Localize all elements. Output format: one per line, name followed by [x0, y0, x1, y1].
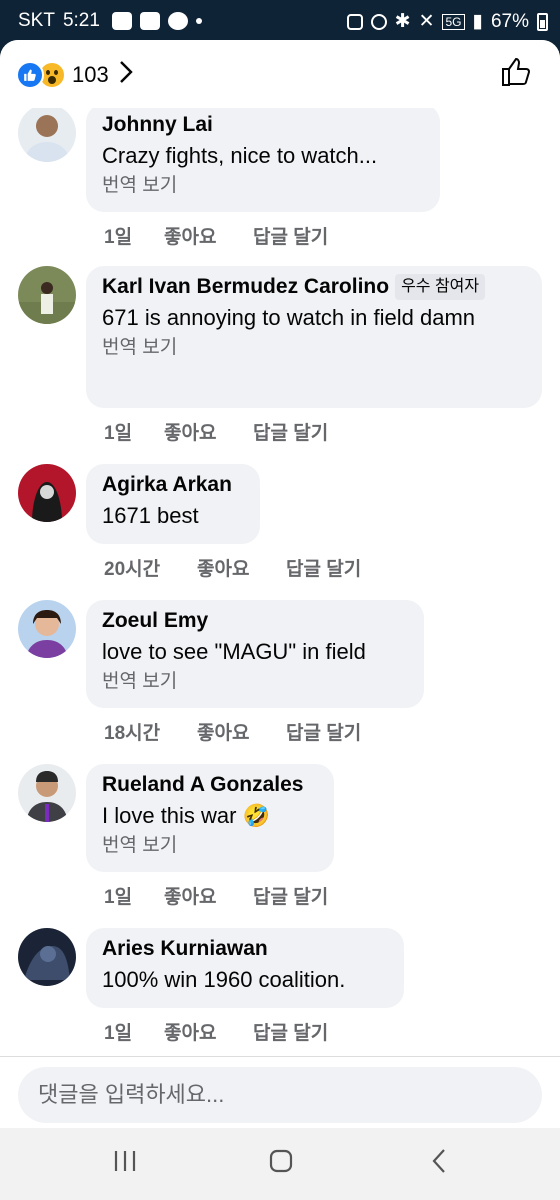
status-bar: SKT 5:21 ✱ ✕ 5G ▮ 67% [0, 0, 560, 44]
comment-input[interactable]: 댓글을 입력하세요... [18, 1067, 542, 1123]
reply-button[interactable]: 답글 달기 [286, 718, 361, 745]
avatar[interactable] [18, 464, 76, 522]
comments-sheet: 103 Johnny Lai Crazy fights, nice to wat… [0, 40, 560, 1128]
alarm-icon [370, 13, 387, 30]
author-name[interactable]: Aries Kurniawan [102, 934, 268, 964]
reply-button[interactable]: 답글 달기 [286, 554, 361, 581]
comment-author[interactable]: Agirka Arkan [102, 470, 244, 500]
comment-text: I love this war 🤣 [102, 803, 270, 828]
comment-bubble: Rueland A Gonzales I love this war 🤣 번역 … [86, 764, 334, 872]
reply-button[interactable]: 답글 달기 [253, 1018, 328, 1045]
status-left: SKT 5:21 [18, 10, 202, 32]
reply-button[interactable]: 답글 달기 [253, 222, 328, 249]
reply-button[interactable]: 답글 달기 [253, 882, 328, 909]
avatar[interactable] [18, 764, 76, 822]
battery-icon [537, 12, 548, 31]
comment-bubble: Agirka Arkan 1671 best [86, 464, 260, 544]
thumbs-up-icon [502, 57, 531, 86]
talk-notification-icon [167, 12, 188, 30]
comment-text: 100% win 1960 coalition. [102, 967, 346, 992]
comment-author[interactable]: Zoeul Emy [102, 606, 408, 636]
reactions-summary[interactable]: 103 [16, 60, 133, 89]
comment-bubble: Zoeul Emy love to see "MAGU" in field 번역… [86, 600, 424, 708]
see-translation-link[interactable]: 번역 보기 [102, 334, 526, 362]
comment-actions: 20시간 좋아요 답글 달기 [104, 554, 361, 581]
like-button[interactable]: 좋아요 [164, 1018, 253, 1045]
like-button[interactable]: 좋아요 [164, 882, 253, 909]
avatar[interactable] [18, 104, 76, 162]
clock: 5:21 [62, 10, 100, 31]
author-name[interactable]: Karl Ivan Bermudez Carolino [102, 272, 389, 302]
comment-actions: 18시간 좋아요 답글 달기 [104, 718, 361, 745]
data-saver-icon [346, 13, 363, 30]
comment-text: love to see "MAGU" in field [102, 639, 366, 664]
comment-time: 20시간 [104, 559, 161, 580]
reactions-header: 103 [0, 40, 560, 108]
reply-button[interactable]: 답글 달기 [253, 418, 328, 445]
recent-apps-icon [114, 1151, 136, 1171]
comment-time: 18시간 [104, 723, 161, 744]
youtube-notification-icon [139, 12, 160, 30]
comment-text: Crazy fights, nice to watch... [102, 143, 378, 168]
recent-apps-button[interactable] [112, 1148, 138, 1179]
see-translation-link[interactable]: 번역 보기 [102, 668, 408, 696]
carrier-label: SKT [18, 10, 55, 31]
comment-author[interactable]: Karl Ivan Bermudez Carolino 우수 참여자 [102, 272, 526, 302]
see-translation-link[interactable]: 번역 보기 [102, 832, 318, 860]
gallery-notification-icon [111, 12, 132, 30]
author-name[interactable]: Rueland A Gonzales [102, 770, 303, 800]
comment-text: 1671 best [102, 503, 199, 528]
avatar[interactable] [18, 928, 76, 986]
comment-actions: 1일 좋아요 답글 달기 [104, 418, 328, 445]
author-name[interactable]: Zoeul Emy [102, 606, 208, 636]
comment-time: 1일 [104, 423, 133, 444]
see-translation-link[interactable]: 번역 보기 [102, 172, 424, 200]
back-icon [432, 1149, 445, 1173]
comment-bubble: Johnny Lai Crazy fights, nice to watch..… [86, 104, 440, 212]
top-fan-badge: 우수 참여자 [395, 274, 486, 300]
comment-author[interactable]: Johnny Lai [102, 110, 424, 140]
author-name[interactable]: Agirka Arkan [102, 470, 232, 500]
author-name[interactable]: Johnny Lai [102, 110, 213, 140]
status-right: ✱ ✕ 5G ▮ 67% [346, 10, 548, 33]
like-button[interactable]: 좋아요 [164, 418, 253, 445]
comment-actions: 1일 좋아요 답글 달기 [104, 882, 328, 909]
comment-time: 1일 [104, 1023, 133, 1044]
more-notifications-icon [195, 18, 202, 24]
comment-actions: 1일 좋아요 답글 달기 [104, 1018, 328, 1045]
comment-time: 1일 [104, 227, 133, 248]
comment-composer: 댓글을 입력하세요... [0, 1056, 560, 1128]
like-post-button[interactable] [500, 56, 532, 93]
comment-author[interactable]: Aries Kurniawan [102, 934, 388, 964]
comment-text: 671 is annoying to watch in field damn [102, 305, 476, 330]
comment-author[interactable]: Rueland A Gonzales [102, 770, 318, 800]
chevron-right-icon [119, 60, 133, 89]
reaction-count: 103 [72, 61, 109, 87]
avatar[interactable] [18, 600, 76, 658]
comment-bubble: Karl Ivan Bermudez Carolino 우수 참여자 671 i… [86, 266, 542, 408]
like-button[interactable]: 좋아요 [197, 554, 286, 581]
bluetooth-icon: ✱ [394, 11, 411, 32]
back-button[interactable] [428, 1148, 450, 1179]
comment-time: 1일 [104, 887, 133, 908]
like-icon [16, 60, 44, 89]
avatar[interactable] [18, 266, 76, 324]
network-type: 5G [442, 13, 465, 30]
like-button[interactable]: 좋아요 [164, 222, 253, 249]
system-nav-bar [0, 1128, 560, 1200]
battery-percent: 67% [490, 10, 529, 32]
comment-actions: 1일 좋아요 답글 달기 [104, 222, 328, 249]
home-icon [269, 1149, 293, 1173]
comment-bubble: Aries Kurniawan 100% win 1960 coalition. [86, 928, 404, 1008]
like-button[interactable]: 좋아요 [197, 718, 286, 745]
home-button[interactable] [268, 1148, 294, 1179]
signal-icon: ▮ [472, 11, 483, 32]
mute-icon: ✕ [418, 11, 435, 32]
